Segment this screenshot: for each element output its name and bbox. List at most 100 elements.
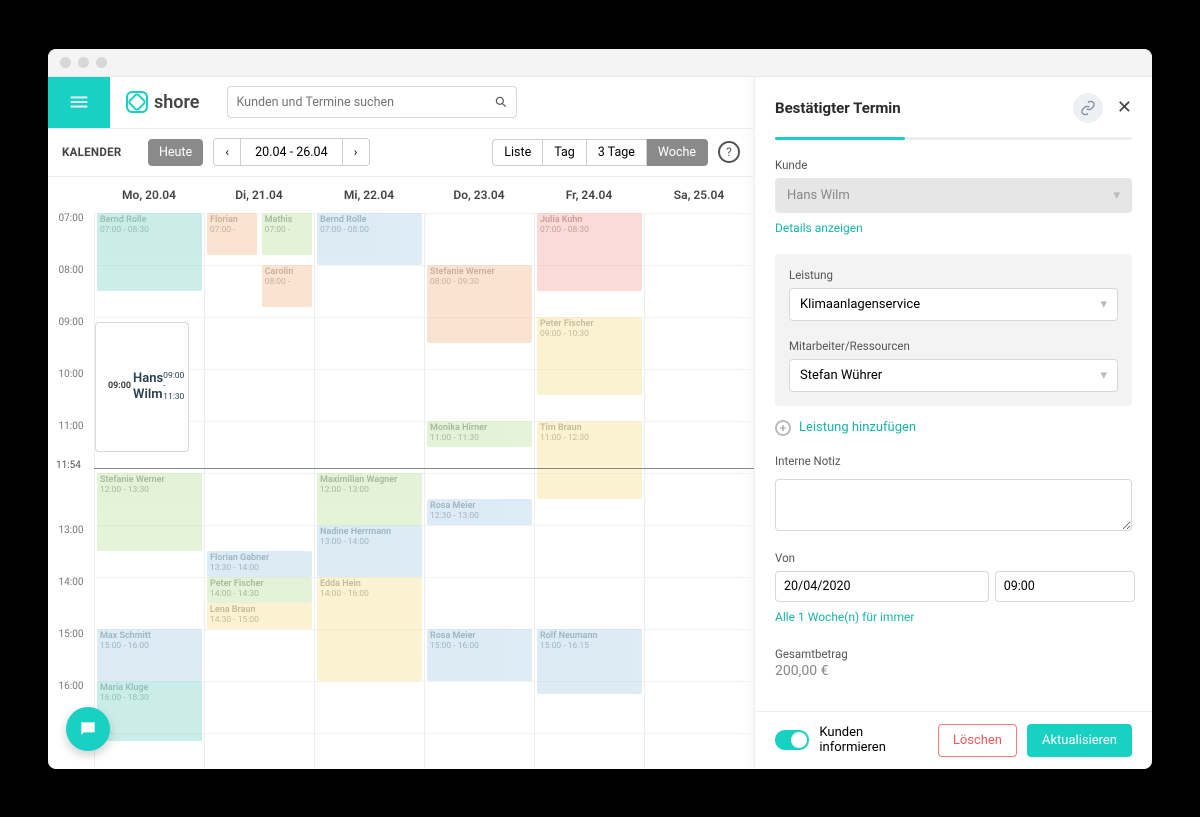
link-icon[interactable] [1073, 93, 1103, 123]
calendar-event[interactable]: Monika Hirner11:00 - 11:30 [427, 421, 532, 447]
appointment-panel: Bestätigter Termin ✕ Kunde Hans Wilm ▾ D… [754, 77, 1152, 769]
add-service-button[interactable]: + Leistung hinzufügen [775, 420, 1132, 436]
hour-label: 15:00 [48, 629, 94, 681]
from-label: Von [775, 551, 1135, 565]
day-header: Di, 21.04 [204, 177, 314, 213]
calendar-event[interactable]: Bernd Rolle07:00 - 08:00 [317, 213, 422, 265]
view-week[interactable]: Woche [647, 139, 708, 166]
calendar-event[interactable]: Peter Fischer14:00 - 14:30 [207, 577, 312, 603]
day-column[interactable]: 09:00Hans Wilm09:00 - 11:3011:30Bernd Ro… [94, 213, 204, 769]
day-header: Fr, 24.04 [534, 177, 644, 213]
calendar-event-selected[interactable]: 09:00Hans Wilm09:00 - 11:30 [95, 322, 189, 452]
from-time-input[interactable] [995, 571, 1135, 602]
resource-select[interactable]: Stefan Wührer ▾ [789, 359, 1118, 392]
now-label: 11:54 [54, 460, 83, 471]
calendar-event[interactable]: Florian07:00 - [207, 213, 257, 255]
add-service-label: Leistung hinzufügen [799, 420, 916, 435]
inform-label: Kunden informieren [819, 725, 927, 755]
logo-icon [126, 91, 148, 113]
calendar-event[interactable]: Edda Hein14:00 - 16:00 [317, 577, 422, 681]
search-field[interactable] [227, 86, 517, 118]
calendar-event[interactable]: Mathis07:00 - [262, 213, 312, 255]
hour-label [48, 473, 94, 525]
brand-name: shore [154, 92, 199, 113]
calendar-event[interactable]: Stefanie Werner08:00 - 09:30 [427, 265, 532, 343]
calendar-event[interactable]: Tim Braun11:00 - 12:30 [537, 421, 642, 499]
chevron-down-icon: ▾ [1100, 368, 1107, 383]
now-line [94, 468, 754, 469]
panel-tab-indicator [775, 137, 1132, 140]
total-label: Gesamtbetrag [775, 647, 1132, 661]
day-header: Sa, 25.04 [644, 177, 754, 213]
service-value: Klimaanlagenservice [800, 297, 920, 312]
day-column[interactable]: Julia Kuhn07:00 - 08:30 Peter Fischer09:0… [534, 213, 644, 769]
close-panel-button[interactable]: ✕ [1117, 97, 1132, 118]
day-column[interactable]: Bernd Rolle07:00 - 08:00 Maximilian Wagne… [314, 213, 424, 769]
day-header: Mi, 22.04 [314, 177, 424, 213]
calendar-event[interactable]: Rosa Meier12:30 - 13:00 [427, 499, 532, 525]
calendar-event[interactable]: Florian Gabner13:30 - 14:00 [207, 551, 312, 577]
search-input[interactable] [236, 95, 494, 110]
delete-button[interactable]: Löschen [938, 724, 1017, 757]
calendar-event[interactable]: Carolin08:00 - [262, 265, 312, 307]
traffic-light-close[interactable] [60, 57, 71, 68]
menu-button[interactable] [48, 77, 110, 129]
day-column[interactable] [644, 213, 754, 769]
hour-label: 07:00 [48, 213, 94, 265]
calendar-event[interactable]: Peter Fischer09:00 - 10:30 [537, 317, 642, 395]
date-range[interactable]: 20.04 - 26.04 [241, 138, 341, 166]
brand-logo: shore [126, 91, 199, 113]
help-button[interactable]: ? [718, 141, 740, 163]
calendar-event[interactable]: Maximilian Wagner12:00 - 13:00 [317, 473, 422, 525]
calendar-event[interactable]: Julia Kuhn07:00 - 08:30 [537, 213, 642, 291]
service-label: Leistung [789, 268, 1118, 282]
from-date-input[interactable] [775, 571, 989, 602]
today-button[interactable]: Heute [148, 139, 203, 166]
hour-label: 13:00 [48, 525, 94, 577]
day-header: Do, 23.04 [424, 177, 534, 213]
hour-label: 10:00 [48, 369, 94, 421]
calendar-event[interactable]: Rolf Neumann15:00 - 16:15 [537, 629, 642, 694]
traffic-light-min[interactable] [78, 57, 89, 68]
inform-toggle[interactable] [775, 730, 809, 750]
plus-icon: + [775, 420, 791, 436]
note-textarea[interactable] [775, 479, 1132, 531]
calendar-event[interactable]: Lena Braun14:30 - 15:00 [207, 603, 312, 629]
day-header: Mo, 20.04 [94, 177, 204, 213]
resource-value: Stefan Wührer [800, 368, 882, 383]
service-select[interactable]: Klimaanlagenservice ▾ [789, 288, 1118, 321]
details-link[interactable]: Details anzeigen [775, 221, 863, 235]
resource-label: Mitarbeiter/Ressourcen [789, 339, 1118, 353]
search-icon [494, 95, 508, 109]
traffic-light-max[interactable] [96, 57, 107, 68]
hour-label: 08:00 [48, 265, 94, 317]
window-titlebar [48, 49, 1152, 77]
next-range-button[interactable]: › [342, 138, 370, 166]
time-gutter: 07:0008:0009:0010:0011:0013:0014:0015:00… [48, 177, 94, 769]
prev-range-button[interactable]: ‹ [213, 138, 241, 166]
chat-fab[interactable] [66, 707, 110, 751]
customer-label: Kunde [775, 158, 1132, 172]
panel-title: Bestätigter Termin [775, 99, 901, 117]
recurrence-link[interactable]: Alle 1 Woche(n) für immer [775, 610, 914, 624]
calendar-event[interactable]: Rosa Meier15:00 - 16:00 [427, 629, 532, 681]
view-list[interactable]: Liste [492, 139, 543, 166]
customer-select[interactable]: Hans Wilm ▾ [775, 178, 1132, 213]
note-label: Interne Notiz [775, 454, 1132, 468]
calendar-event[interactable]: Max Schmitt15:00 - 16:00 [97, 629, 202, 681]
calendar-event[interactable]: Stefanie Werner12:00 - 13:30 [97, 473, 202, 551]
calendar-event[interactable]: Bernd Rolle07:00 - 08:30 [97, 213, 202, 291]
view-day[interactable]: Tag [543, 139, 587, 166]
section-title: KALENDER [62, 145, 148, 159]
day-column[interactable]: Florian07:00 -Mathis07:00 - Carolin08:00 … [204, 213, 314, 769]
update-button[interactable]: Aktualisieren [1027, 724, 1132, 757]
calendar-event[interactable]: Nadine Herrmann13:00 - 14:00 [317, 525, 422, 577]
chevron-down-icon: ▾ [1113, 188, 1120, 203]
hour-label: 14:00 [48, 577, 94, 629]
calendar-event[interactable]: Maria Kluge16:00 - 18:30 [97, 681, 202, 741]
day-column[interactable]: Stefanie Werner08:00 - 09:30 Monika Hirne… [424, 213, 534, 769]
chevron-down-icon: ▾ [1100, 297, 1107, 312]
view-3days[interactable]: 3 Tage [587, 139, 647, 166]
total-value: 200,00 € [775, 663, 1132, 679]
hour-label: 09:00 [48, 317, 94, 369]
